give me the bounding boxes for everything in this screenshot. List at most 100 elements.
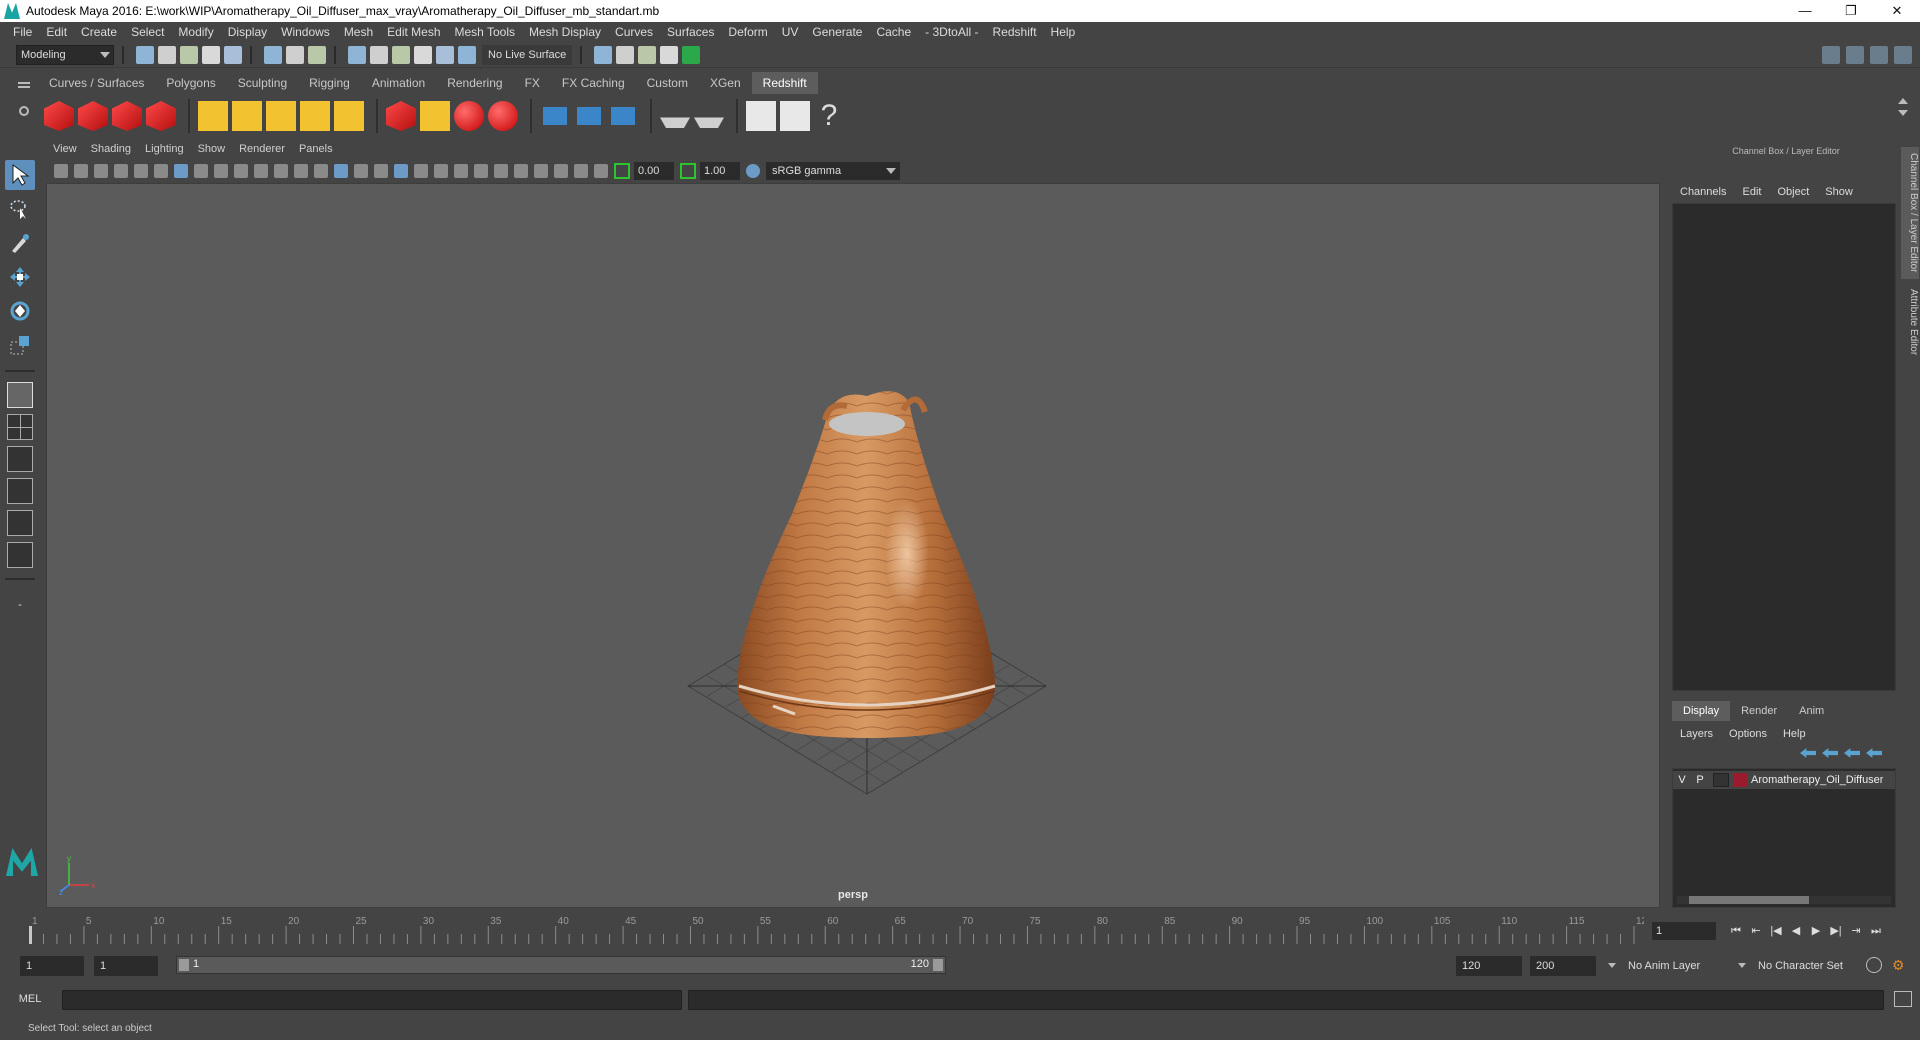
restore-button[interactable]: ❐	[1828, 0, 1874, 22]
image-plane-icon[interactable]	[114, 164, 128, 178]
menu-modify[interactable]: Modify	[171, 25, 220, 39]
rs-render-view-icon[interactable]	[44, 101, 74, 131]
shelf-tab-sculpting[interactable]: Sculpting	[226, 72, 299, 94]
new-scene-icon[interactable]	[136, 45, 154, 64]
panel-menu-show[interactable]: Show	[191, 143, 233, 159]
shadows-icon[interactable]	[434, 164, 448, 178]
save-scene-icon[interactable]	[180, 45, 198, 64]
layer-menu-layers[interactable]: Layers	[1672, 725, 1721, 743]
time-slider[interactable]: 1 5 10 15 20 25 30 35 40 45 50 55 60 65 70 75 80 85 90 95 10…	[20, 914, 1653, 944]
go-to-start-icon[interactable]: ⏮	[1726, 923, 1746, 939]
persp-graph-layout-icon[interactable]	[7, 478, 33, 504]
layer-row[interactable]: V P Aromatherapy_Oil_Diffuser	[1673, 771, 1895, 789]
paint-select-tool-icon[interactable]	[5, 228, 35, 258]
select-by-component-icon[interactable]	[308, 45, 326, 64]
script-editor-icon[interactable]	[1894, 991, 1912, 1007]
rs-render-settings-icon[interactable]	[146, 101, 176, 131]
rs-dome-light-icon[interactable]	[334, 101, 364, 131]
xray-icon[interactable]	[374, 164, 388, 178]
depth-of-field-icon[interactable]	[514, 164, 528, 178]
rotate-tool-icon[interactable]	[5, 296, 35, 326]
rs-ipr-icon[interactable]	[112, 101, 142, 131]
rs-bake-icon[interactable]	[660, 117, 690, 128]
rs-proxy-icon[interactable]	[386, 101, 416, 131]
rs-portal-light-icon[interactable]	[232, 101, 262, 131]
rs-material-ball-icon[interactable]	[488, 101, 518, 131]
step-back-key-icon[interactable]: ⇤	[1746, 923, 1766, 939]
shelf-menu-icon[interactable]	[18, 82, 30, 84]
channel-box-menu-object[interactable]: Object	[1769, 183, 1817, 201]
gamma-field[interactable]: 1.00	[700, 162, 740, 180]
menu-mesh-display[interactable]: Mesh Display	[522, 25, 608, 39]
shelf-tab-animation[interactable]: Animation	[360, 72, 437, 94]
persp-uv-layout-icon[interactable]	[7, 542, 33, 568]
range-slider[interactable]: 1 120	[176, 956, 946, 974]
undo-icon[interactable]	[202, 45, 220, 64]
render-current-icon[interactable]	[616, 45, 635, 64]
current-frame-field[interactable]: 1	[1652, 922, 1716, 940]
layer-menu-help[interactable]: Help	[1775, 725, 1814, 743]
menu-file[interactable]: File	[6, 25, 39, 39]
live-surface-field[interactable]: No Live Surface	[482, 44, 573, 65]
four-view-layout-icon[interactable]	[7, 414, 33, 440]
shelf-tab-fx[interactable]: FX	[513, 72, 551, 94]
step-back-frame-icon[interactable]: |◀	[1766, 923, 1786, 939]
menu-deform[interactable]: Deform	[721, 25, 774, 39]
snap-grid-icon[interactable]	[348, 45, 366, 64]
channel-box-menu-channels[interactable]: Channels	[1672, 183, 1734, 201]
shelf-tab-rendering[interactable]: Rendering	[436, 72, 514, 94]
layer-visibility-toggle[interactable]: V	[1673, 774, 1691, 786]
color-management-icon[interactable]	[746, 164, 760, 178]
layer-tab-render[interactable]: Render	[1730, 701, 1789, 721]
open-scene-icon[interactable]	[158, 45, 176, 64]
layer-playback-toggle[interactable]: P	[1691, 774, 1709, 786]
xray-joints-icon[interactable]	[554, 164, 568, 178]
play-forwards-icon[interactable]: ▶	[1806, 923, 1826, 939]
layer-name[interactable]: Aromatherapy_Oil_Diffuser	[1751, 774, 1883, 786]
rs-ies-light-icon[interactable]	[300, 101, 330, 131]
animation-end-field[interactable]: 200	[1530, 956, 1596, 976]
channel-box-area[interactable]	[1672, 203, 1896, 691]
new-layer-selected-icon[interactable]	[1866, 748, 1882, 758]
menu-cache[interactable]: Cache	[869, 25, 918, 39]
select-camera-icon[interactable]	[54, 164, 68, 178]
menu-surfaces[interactable]: Surfaces	[660, 25, 721, 39]
step-forward-frame-icon[interactable]: ▶|	[1826, 923, 1846, 939]
menu-create[interactable]: Create	[74, 25, 124, 39]
shelf-tab-redshift[interactable]: Redshift	[751, 72, 818, 94]
anim-layer-dropdown[interactable]: No Anim Layer	[1608, 956, 1732, 976]
scrollbar-thumb[interactable]	[1689, 896, 1809, 904]
scale-tool-icon[interactable]	[5, 330, 35, 360]
layer-list-scrollbar[interactable]	[1677, 896, 1891, 904]
render-view-icon[interactable]	[594, 45, 613, 64]
menu-edit[interactable]: Edit	[39, 25, 74, 39]
minimize-button[interactable]: —	[1782, 0, 1828, 22]
perspective-viewport[interactable]: x y z persp	[46, 183, 1660, 908]
render-settings-icon[interactable]	[660, 45, 679, 64]
menu-uv[interactable]: UV	[775, 25, 806, 39]
modeling-toolkit-icon[interactable]	[1822, 46, 1840, 64]
step-forward-key-icon[interactable]: ⇥	[1846, 923, 1866, 939]
go-to-end-icon[interactable]: ⏭	[1866, 923, 1886, 939]
xray-active-components-icon[interactable]	[574, 164, 588, 178]
wireframe-icon[interactable]	[314, 164, 328, 178]
grease-pencil-icon[interactable]	[154, 164, 168, 178]
scroll-up-icon[interactable]	[1898, 98, 1908, 104]
rs-render-icon[interactable]	[78, 101, 108, 131]
select-by-object-icon[interactable]	[286, 45, 304, 64]
command-language-label[interactable]: MEL	[0, 993, 60, 1005]
move-layer-down-icon[interactable]	[1822, 748, 1838, 758]
snap-view-plane-icon[interactable]	[414, 45, 432, 64]
rs-physical-light-icon[interactable]	[266, 101, 296, 131]
view-transform-dropdown[interactable]: sRGB gamma	[766, 162, 900, 180]
shelf-tab-polygons[interactable]: Polygons	[155, 72, 227, 94]
menu-windows[interactable]: Windows	[274, 25, 337, 39]
hypershade-icon[interactable]	[682, 45, 701, 64]
menu-help[interactable]: Help	[1044, 25, 1083, 39]
tool-settings-toggle-icon[interactable]	[1870, 46, 1888, 64]
shelf-tab-xgen[interactable]: XGen	[698, 72, 752, 94]
shelf-tab-fx-caching[interactable]: FX Caching	[550, 72, 636, 94]
playback-end-field[interactable]: 120	[1456, 956, 1522, 976]
layer-color-swatch[interactable]	[1733, 773, 1747, 787]
menu-3dtoall[interactable]: - 3DtoAll -	[918, 25, 985, 39]
